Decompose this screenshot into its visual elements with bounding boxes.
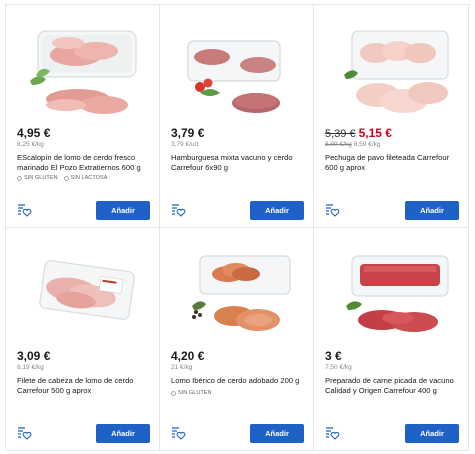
current-price: 3,79 € — [171, 126, 205, 140]
product-name[interactable]: Lomo Ibérico de cerdo adobado 200 g — [171, 376, 307, 386]
product-name[interactable]: Pechuga de pavo fileteada Carrefour 600 … — [325, 153, 461, 173]
current-price: 3,09 € — [17, 349, 51, 363]
list-heart-icon[interactable] — [170, 202, 186, 218]
unit-price: 8,25 €/kg — [17, 141, 44, 148]
product-image[interactable] — [16, 13, 150, 121]
tag-lactose-free: SIN LACTOSA — [63, 175, 107, 181]
current-price: 4,95 € — [17, 126, 51, 140]
product-card[interactable]: 3 € 7,50 €/kg Preparado de carne picada … — [314, 228, 469, 451]
product-card[interactable]: 4,20 € 21 €/kg Lomo Ibérico de cerdo ado… — [160, 228, 314, 451]
product-image[interactable] — [324, 236, 458, 344]
current-price: 5,15 € — [358, 126, 392, 140]
add-to-cart-button[interactable]: Añadir — [250, 201, 304, 220]
circle-tag-icon — [17, 175, 22, 181]
price: 4,20 € — [171, 349, 204, 363]
add-to-cart-button[interactable]: Añadir — [96, 201, 150, 220]
list-heart-icon[interactable] — [324, 202, 340, 218]
price: 3,79 € — [171, 126, 204, 140]
unit-price: 21 €/kg — [171, 364, 193, 371]
list-heart-icon[interactable] — [170, 425, 186, 441]
add-to-cart-button[interactable]: Añadir — [250, 424, 304, 443]
add-to-cart-button[interactable]: Añadir — [405, 201, 459, 220]
unit-price: 8,99 €/kg 8,59 €/kg — [325, 141, 381, 148]
circle-tag-icon — [171, 390, 176, 396]
product-tags: SIN GLUTEN SIN LACTOSA — [17, 175, 107, 181]
unit-price: 3,79 €/ud — [171, 141, 199, 148]
circle-tag-icon — [63, 175, 69, 181]
product-tags: SIN GLUTEN — [171, 390, 212, 396]
product-card[interactable]: 4,95 € 8,25 €/kg EScalopín de lomo de ce… — [6, 5, 160, 228]
price: 3,09 € — [17, 349, 50, 363]
list-heart-icon[interactable] — [16, 202, 32, 218]
list-heart-icon[interactable] — [324, 425, 340, 441]
price: 4,95 € — [17, 126, 50, 140]
unit-price: 7,50 €/kg — [325, 364, 352, 371]
product-card[interactable]: 3,09 € 6,19 €/kg Filete de cabeza de lom… — [6, 228, 160, 451]
product-name[interactable]: Hamburguesa mixta vacuno y cerdo Carrefo… — [171, 153, 307, 173]
list-heart-icon[interactable] — [16, 425, 32, 441]
product-image[interactable] — [170, 236, 304, 344]
price: 3 € — [325, 349, 342, 363]
product-image[interactable] — [170, 13, 304, 121]
product-name[interactable]: EScalopín de lomo de cerdo fresco marina… — [17, 153, 153, 173]
current-price: 3 € — [325, 349, 342, 363]
product-image[interactable] — [16, 236, 150, 344]
product-name[interactable]: Filete de cabeza de lomo de cerdo Carref… — [17, 376, 153, 396]
tag-gluten-free: SIN GLUTEN — [17, 175, 58, 181]
current-price: 4,20 € — [171, 349, 205, 363]
product-grid: 4,95 € 8,25 €/kg EScalopín de lomo de ce… — [5, 4, 470, 451]
add-to-cart-button[interactable]: Añadir — [96, 424, 150, 443]
old-unit-price: 8,99 €/kg — [325, 141, 352, 148]
product-image[interactable] — [324, 13, 458, 121]
current-unit-price: 8,59 €/kg — [353, 141, 381, 148]
tag-gluten-free: SIN GLUTEN — [171, 390, 212, 396]
price: 5,39 €5,15 € — [325, 126, 392, 140]
product-name[interactable]: Preparado de carne picada de vacuno Cali… — [325, 376, 461, 396]
add-to-cart-button[interactable]: Añadir — [405, 424, 459, 443]
old-price: 5,39 € — [325, 128, 356, 140]
product-card[interactable]: 5,39 €5,15 € 8,99 €/kg 8,59 €/kg Pechuga … — [314, 5, 469, 228]
unit-price: 6,19 €/kg — [17, 364, 44, 371]
product-card[interactable]: 3,79 € 3,79 €/ud Hamburguesa mixta vacun… — [160, 5, 314, 228]
